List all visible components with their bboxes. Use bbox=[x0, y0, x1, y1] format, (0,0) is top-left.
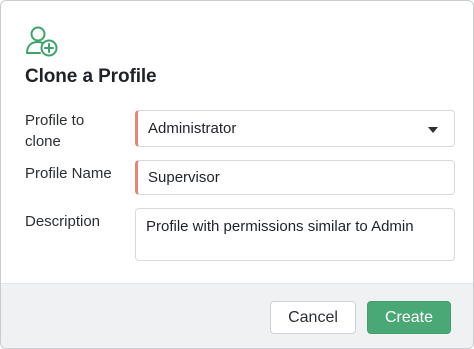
profile-to-clone-value: Administrator bbox=[148, 120, 237, 137]
description-textarea[interactable]: Profile with permissions similar to Admi… bbox=[135, 208, 455, 261]
description-label: Description bbox=[25, 213, 101, 230]
dialog-footer: Cancel Create bbox=[1, 283, 473, 348]
profile-name-input[interactable]: Supervisor bbox=[135, 160, 455, 195]
dialog-title: Clone a Profile bbox=[25, 66, 157, 87]
profile-to-clone-label: Profile to clone bbox=[25, 112, 85, 150]
cancel-button[interactable]: Cancel bbox=[270, 301, 356, 334]
add-user-icon bbox=[26, 26, 58, 57]
chevron-down-icon bbox=[428, 127, 438, 133]
dialog-body: Clone a Profile Profile to clone Adminis… bbox=[1, 1, 473, 283]
description-value: Profile with permissions similar to Admi… bbox=[146, 218, 414, 235]
clone-profile-dialog: Clone a Profile Profile to clone Adminis… bbox=[0, 0, 474, 349]
create-button[interactable]: Create bbox=[367, 301, 451, 334]
profile-name-value: Supervisor bbox=[148, 169, 220, 186]
profile-to-clone-select[interactable]: Administrator bbox=[135, 110, 455, 147]
profile-name-label: Profile Name bbox=[25, 165, 112, 182]
